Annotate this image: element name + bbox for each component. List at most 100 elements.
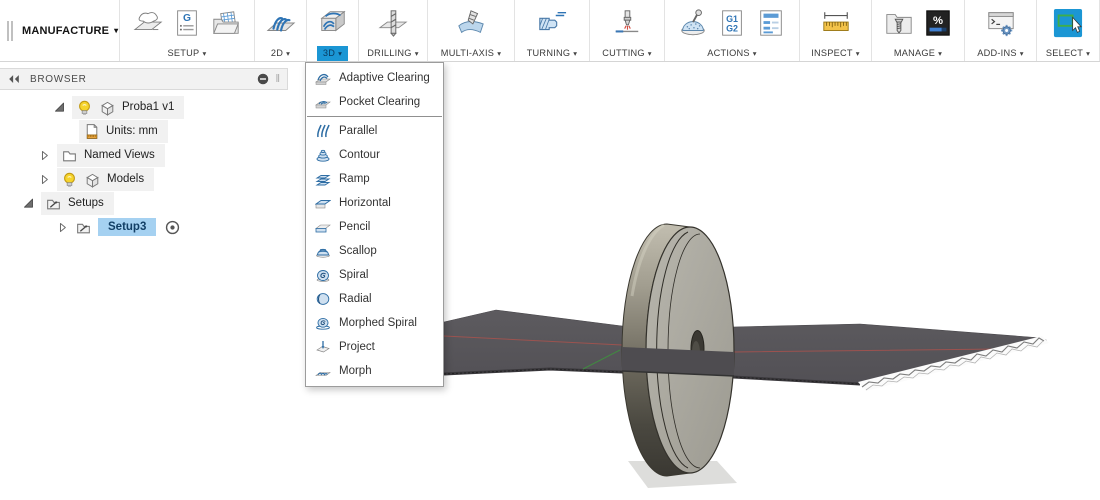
panel-collapse-icon[interactable] <box>7 72 21 86</box>
collapsed-arrow-icon[interactable] <box>38 149 51 162</box>
browser-row-units-mm[interactable]: Units: mm <box>0 119 288 143</box>
menu-item-morph[interactable]: Morph <box>306 359 443 383</box>
workspace-dropdown[interactable]: MANUFACTURE ▾ <box>22 25 118 37</box>
menu-item-parallel[interactable]: Parallel <box>306 119 443 143</box>
group-label-add-ins[interactable]: ADD-INS▾ <box>971 46 1030 61</box>
display-settings-icon[interactable] <box>256 72 270 86</box>
menu-item-label: Adaptive Clearing <box>339 72 430 84</box>
contour-icon <box>315 147 331 163</box>
setup-sheet-icon[interactable] <box>756 8 786 38</box>
post-process-icon[interactable] <box>717 8 747 38</box>
menu-item-label: Morphed Spiral <box>339 317 417 329</box>
menu-item-label: Spiral <box>339 269 368 281</box>
group-label-turning[interactable]: TURNING▾ <box>521 46 584 61</box>
tool-library-icon[interactable] <box>884 8 914 38</box>
menu-item-spiral[interactable]: Spiral <box>306 263 443 287</box>
row-chip[interactable]: Named Views <box>57 144 165 167</box>
toolbar-group-manage: MANAGE▾ <box>872 0 965 61</box>
browser-panel: BROWSER ‖ Proba1 v1Units: mmNamed ViewsM… <box>0 68 288 239</box>
parallel-icon <box>315 123 331 139</box>
machining-time-icon[interactable] <box>923 8 953 38</box>
panel-resize-grip[interactable]: ‖ <box>275 73 280 85</box>
browser-row-setup3[interactable]: Setup3 <box>0 215 288 239</box>
group-icons <box>255 0 306 46</box>
toolbar: MANUFACTURE ▾ SETUP▾ 2D▾ 3D▾ DRILLING▾ MULTI… <box>0 0 1100 62</box>
row-label-selected[interactable]: Setup3 <box>98 218 156 236</box>
toolbar-group-multi-axis: MULTI-AXIS▾ <box>428 0 515 61</box>
group-label-select[interactable]: SELECT▾ <box>1040 46 1096 61</box>
toolbar-group-2d: 2D▾ <box>255 0 307 61</box>
row-chip[interactable]: Proba1 v1 <box>72 96 184 119</box>
project-icon <box>315 339 331 355</box>
menu-item-project[interactable]: Project <box>306 335 443 359</box>
row-label: Units: mm <box>106 125 158 137</box>
menu-item-horizontal[interactable]: Horizontal <box>306 191 443 215</box>
new-setup-icon[interactable] <box>133 8 163 38</box>
collapsed-arrow-icon[interactable] <box>56 221 69 234</box>
group-label-setup[interactable]: SETUP▾ <box>162 46 213 61</box>
drilling-icon[interactable] <box>378 8 408 38</box>
chevron-down-icon: ▾ <box>856 49 860 58</box>
row-chip[interactable]: Setups <box>41 192 114 215</box>
select-icon[interactable] <box>1053 8 1083 38</box>
browser-row-named-views[interactable]: Named Views <box>0 143 288 167</box>
toolbar-grip[interactable] <box>7 21 9 41</box>
group-label-3d[interactable]: 3D▾ <box>317 46 348 61</box>
expanded-arrow-icon[interactable] <box>53 101 66 114</box>
menu-item-adaptive-clearing[interactable]: Adaptive Clearing <box>306 66 443 90</box>
browser-row-proba1-v1[interactable]: Proba1 v1 <box>0 95 288 119</box>
menu-item-label: Project <box>339 341 375 353</box>
turning-icon[interactable] <box>537 8 567 38</box>
row-chip[interactable]: Models <box>57 168 154 191</box>
ramp-icon <box>315 171 331 187</box>
multi-axis-icon[interactable] <box>456 8 486 38</box>
chevron-down-icon: ▾ <box>286 49 290 58</box>
toolpath-2d-icon[interactable] <box>266 8 296 38</box>
browser-row-setups[interactable]: Setups <box>0 191 288 215</box>
chevron-down-icon: ▾ <box>202 49 206 58</box>
menu-item-radial[interactable]: Radial <box>306 287 443 311</box>
cutting-icon[interactable] <box>612 8 642 38</box>
units-icon <box>83 123 100 140</box>
chevron-down-icon: ▾ <box>573 49 577 58</box>
menu-separator <box>307 116 442 117</box>
active-setup-indicator-icon[interactable] <box>164 219 181 236</box>
row-icons <box>75 219 92 236</box>
gcode-doc-icon[interactable] <box>172 8 202 38</box>
group-icons <box>359 0 427 46</box>
toolbar-group-inspect: INSPECT▾ <box>800 0 872 61</box>
menu-item-label: Parallel <box>339 125 377 137</box>
browser-tree: Proba1 v1Units: mmNamed ViewsModelsSetup… <box>0 90 288 239</box>
toolpath-3d-icon[interactable] <box>318 8 348 38</box>
group-label-actions[interactable]: ACTIONS▾ <box>701 46 763 61</box>
workspace-switcher[interactable]: MANUFACTURE ▾ <box>0 0 120 61</box>
menu-item-pocket-clearing[interactable]: Pocket Clearing <box>306 90 443 114</box>
browser-row-models[interactable]: Models <box>0 167 288 191</box>
expanded-arrow-icon[interactable] <box>22 197 35 210</box>
row-chip[interactable]: Units: mm <box>79 120 168 143</box>
measure-icon[interactable] <box>821 8 851 38</box>
group-label-manage[interactable]: MANAGE▾ <box>888 46 948 61</box>
menu-item-scallop[interactable]: Scallop <box>306 239 443 263</box>
setup-folder-icon <box>75 219 92 236</box>
menu-item-ramp[interactable]: Ramp <box>306 167 443 191</box>
group-label-drilling[interactable]: DRILLING▾ <box>361 46 424 61</box>
menu-item-pencil[interactable]: Pencil <box>306 215 443 239</box>
folder-chart-icon[interactable] <box>211 8 241 38</box>
menu-item-morphed-spiral[interactable]: Morphed Spiral <box>306 311 443 335</box>
menu-item-contour[interactable]: Contour <box>306 143 443 167</box>
group-icons <box>120 0 254 46</box>
horizontal-icon <box>315 195 331 211</box>
scripts-addins-icon[interactable] <box>986 8 1016 38</box>
group-label-cutting[interactable]: CUTTING▾ <box>596 46 658 61</box>
menu-item-label: Horizontal <box>339 197 391 209</box>
simulate-icon[interactable] <box>678 8 708 38</box>
chevron-down-icon: ▾ <box>1020 49 1024 58</box>
chevron-down-icon: ▾ <box>938 49 942 58</box>
group-label-2d[interactable]: 2D▾ <box>265 46 296 61</box>
group-label-multi-axis[interactable]: MULTI-AXIS▾ <box>435 46 507 61</box>
toolbar-group-select: SELECT▾ <box>1037 0 1100 61</box>
group-label-inspect[interactable]: INSPECT▾ <box>805 46 866 61</box>
group-icons <box>665 0 799 46</box>
collapsed-arrow-icon[interactable] <box>38 173 51 186</box>
